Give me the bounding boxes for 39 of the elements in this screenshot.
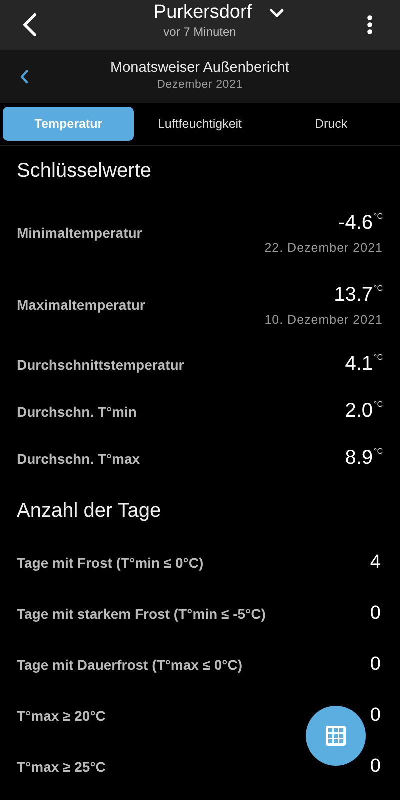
row-label: Durchschnittstemperatur (17, 356, 184, 372)
row-label: T°max ≥ 20°C (17, 708, 106, 724)
row-label: T°max ≥ 25°C (17, 758, 106, 774)
row-label: Durchschn. T°max (17, 450, 140, 466)
value: 2.0 (345, 400, 374, 423)
unit: °C (374, 447, 383, 456)
more-icon[interactable] (367, 15, 373, 35)
back-icon[interactable] (20, 70, 29, 84)
date: 22. Dezember 2021 (264, 240, 383, 254)
update-time: vor 7 Minuten (164, 25, 236, 39)
unit: °C (374, 212, 383, 220)
value: 13.7 (334, 284, 374, 306)
section-heading: Schlüsselwerte (17, 160, 153, 183)
date: 10. Dezember 2021 (264, 312, 383, 326)
row-label: Durchschn. T°min (17, 404, 137, 420)
report-title: Monatsweiser Außenbericht (110, 60, 290, 76)
value: 0 (370, 654, 381, 676)
value: 4.1 (345, 353, 374, 376)
chevron-down-icon[interactable] (270, 8, 284, 18)
tab[interactable]: Druck (266, 107, 397, 141)
tab[interactable]: Luftfeuchtigkeit (134, 107, 266, 141)
unit: °C (374, 284, 383, 292)
report-month: Dezember 2021 (157, 79, 243, 91)
location-title[interactable]: Purkersdorf (154, 2, 252, 24)
row-label: Minimaltemperatur (17, 225, 142, 241)
section-heading: Anzahl der Tage (17, 500, 162, 523)
row-label: Tage mit starkem Frost (T°min ≤ -5°C) (17, 606, 266, 622)
unit: °C (374, 353, 383, 362)
row-label: Maximaltemperatur (17, 297, 146, 313)
row-label: Tage mit Frost (T°min ≤ 0°C) (17, 554, 204, 570)
value: 4 (370, 552, 381, 574)
unit: °C (374, 400, 383, 409)
grid-icon (325, 725, 347, 747)
value: 0 (370, 602, 381, 624)
value: 0 (370, 704, 381, 726)
value: 0 (370, 756, 381, 778)
value: -4.6 (338, 212, 374, 234)
row-label: Tage mit Dauerfrost (T°max ≤ 0°C) (17, 656, 243, 672)
value: 8.9 (345, 447, 374, 470)
